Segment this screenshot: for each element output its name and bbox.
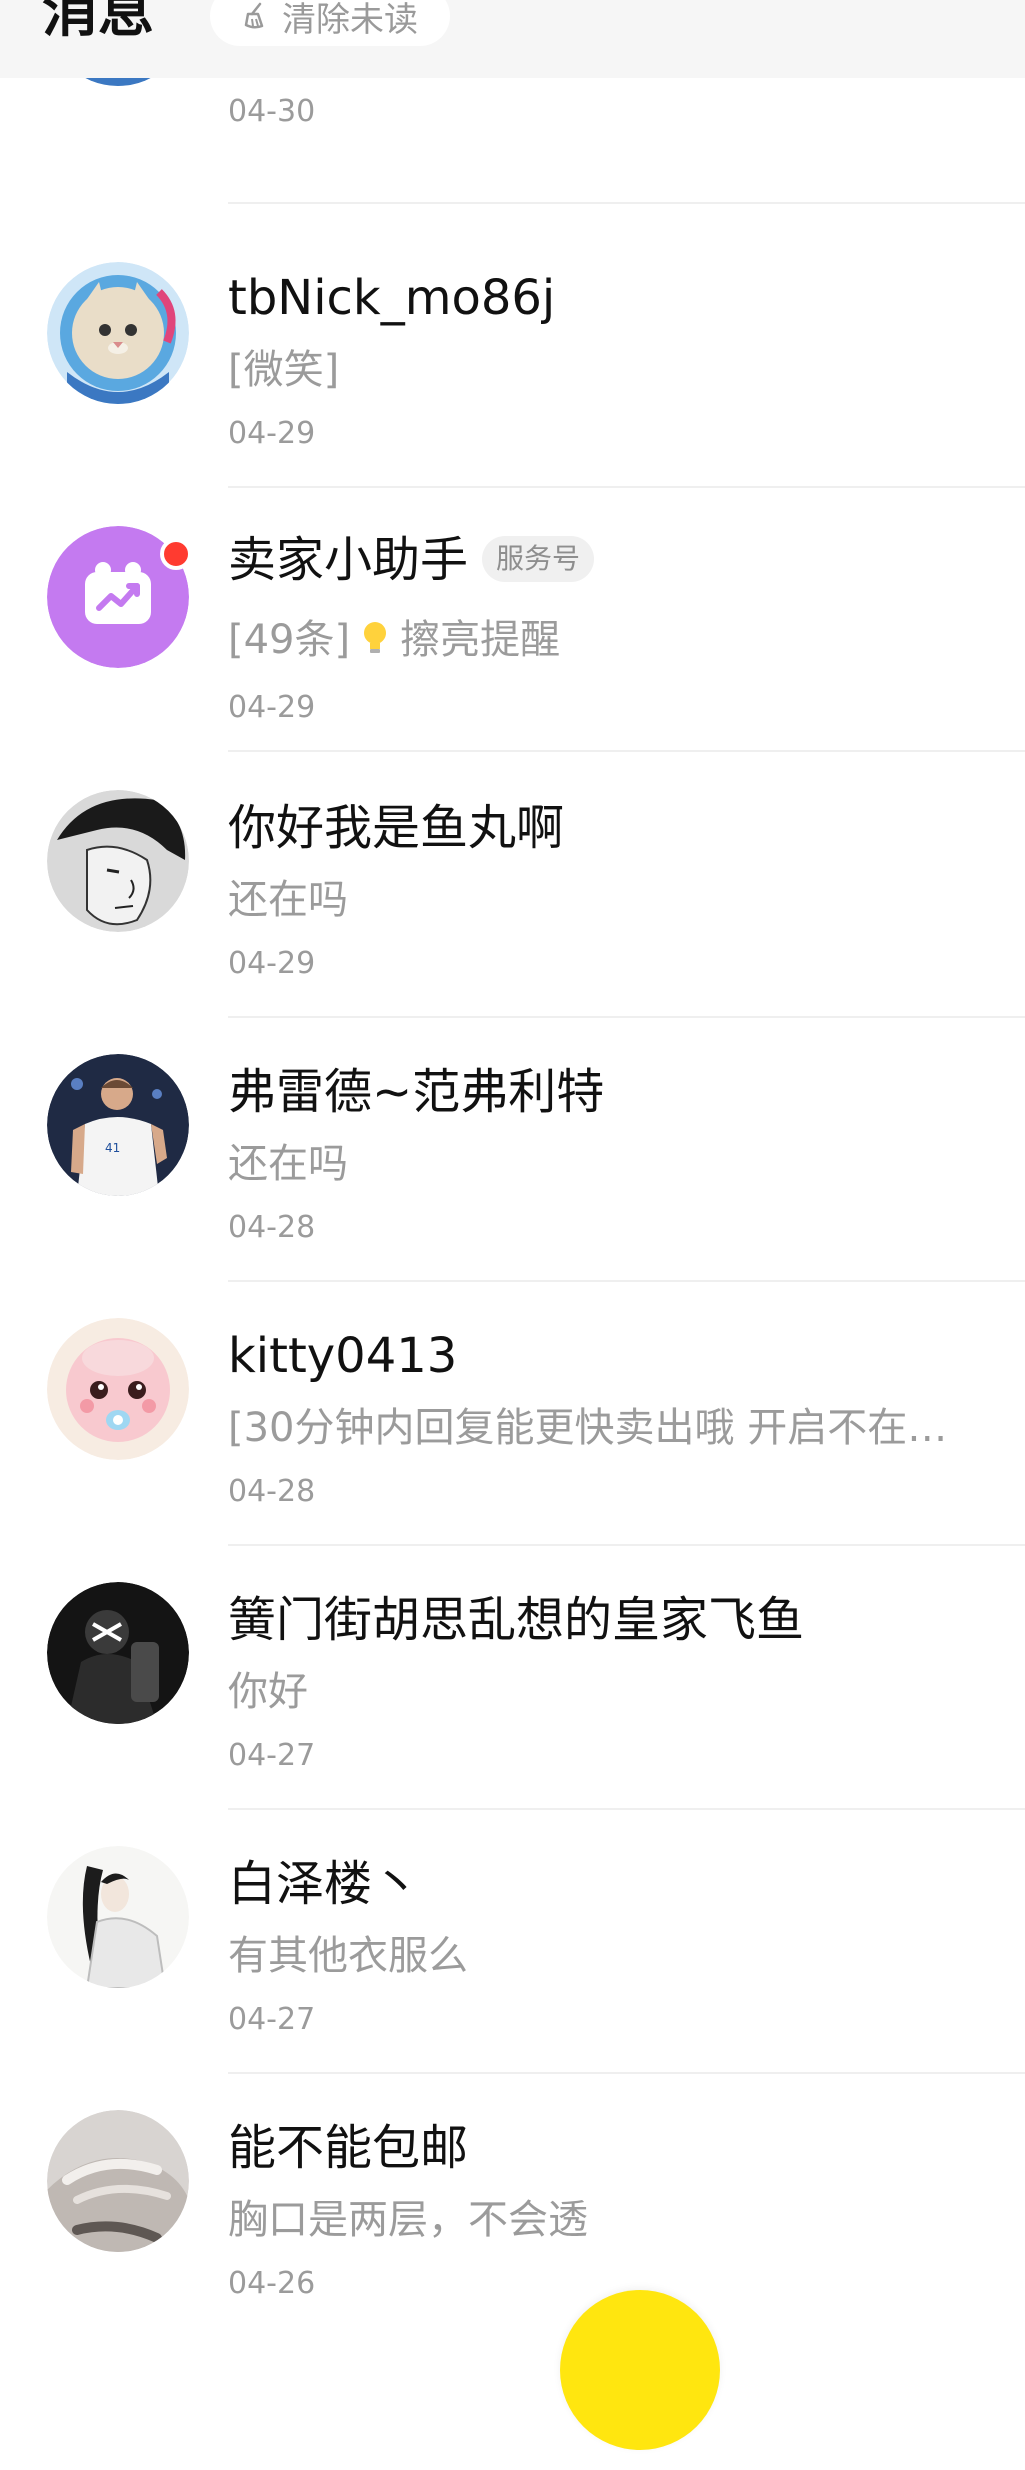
message-date: 04-29 xyxy=(228,946,316,981)
conversation-row[interactable]: 能不能包邮 胸口是两层，不会透 04-26 xyxy=(0,2072,1025,2336)
contact-name: 卖家小助手 服务号 xyxy=(228,530,595,590)
message-preview: 还在吗 xyxy=(228,877,348,923)
avatar[interactable] xyxy=(47,2110,189,2252)
ink-portrait-icon xyxy=(47,1846,189,1988)
conversation-row[interactable]: 簧门街胡思乱想的皇家飞鱼 你好 04-27 xyxy=(0,1544,1025,1810)
message-date: 04-26 xyxy=(228,2266,316,2301)
conversation-row[interactable]: tbNick_mo86j [微笑] 04-29 xyxy=(0,204,1025,488)
message-preview: 还在吗 xyxy=(228,1141,348,1187)
message-preview: [30分钟内回复能更快卖出哦 开启不在… xyxy=(228,1405,948,1451)
publish-button[interactable] xyxy=(560,2290,720,2450)
conversation-row[interactable]: 卖家小助手 服务号 [49条] 擦亮提醒 04-29 xyxy=(0,486,1025,752)
contact-name-text: 卖家小助手 xyxy=(228,532,469,588)
contact-name: 弗雷德~范弗利特 xyxy=(228,1064,605,1120)
basketball-player-icon: 41 xyxy=(47,1054,189,1196)
message-count: [49条] xyxy=(228,617,351,663)
message-preview: 你好 xyxy=(228,1669,308,1715)
message-date: 04-29 xyxy=(228,690,316,725)
cat-astronaut-icon xyxy=(47,262,189,404)
contact-name: kitty0413 xyxy=(228,1328,458,1384)
avatar[interactable]: 41 xyxy=(47,1054,189,1196)
message-preview: [49条] 擦亮提醒 xyxy=(228,614,988,666)
message-date: 04-27 xyxy=(228,2002,316,2037)
top-bar: 消息 清除未读 xyxy=(0,0,1025,78)
service-account-tag: 服务号 xyxy=(482,536,595,582)
message-preview: [微笑] xyxy=(228,347,340,393)
message-date: 04-27 xyxy=(228,1738,316,1773)
lightbulb-icon xyxy=(364,622,387,653)
contact-name: tbNick_mo86j xyxy=(228,270,556,326)
contact-name: 能不能包邮 xyxy=(228,2120,469,2176)
avatar[interactable] xyxy=(47,1582,189,1724)
unread-badge xyxy=(160,538,192,570)
message-date: 04-28 xyxy=(228,1210,316,1245)
manga-portrait-icon xyxy=(47,790,189,932)
conversation-row[interactable]: kitty0413 [30分钟内回复能更快卖出哦 开启不在… 04-28 xyxy=(0,1280,1025,1546)
message-date: 04-29 xyxy=(228,416,316,451)
avatar[interactable] xyxy=(47,262,189,404)
svg-text:41: 41 xyxy=(105,1141,120,1155)
avatar[interactable] xyxy=(47,1846,189,1988)
message-preview: 有其他衣服么 xyxy=(228,1933,468,1979)
page-title: 消息 xyxy=(42,0,154,45)
hand-photo-icon xyxy=(47,2110,189,2252)
contact-name: 簧门街胡思乱想的皇家飞鱼 xyxy=(228,1592,805,1648)
conversation-row[interactable]: 你好我是鱼丸啊 还在吗 04-29 xyxy=(0,752,1025,1018)
pink-cartoon-icon xyxy=(47,1318,189,1460)
clear-unread-label: 清除未读 xyxy=(282,0,418,40)
contact-name: 白泽楼丶 xyxy=(228,1856,421,1912)
conversation-row[interactable]: 白泽楼丶 有其他衣服么 04-27 xyxy=(0,1808,1025,2074)
message-date: 04-30 xyxy=(228,94,316,129)
avatar[interactable] xyxy=(47,1318,189,1460)
conversation-row[interactable]: 41 弗雷德~范弗利特 还在吗 04-28 xyxy=(0,1016,1025,1282)
contact-name: 你好我是鱼丸啊 xyxy=(228,800,565,856)
clear-unread-button[interactable]: 清除未读 xyxy=(210,0,450,46)
broom-icon xyxy=(244,2,264,29)
message-preview: 胸口是两层，不会透 xyxy=(228,2197,588,2243)
message-preview-text: 擦亮提醒 xyxy=(400,617,561,663)
avatar[interactable] xyxy=(47,790,189,932)
message-date: 04-28 xyxy=(228,1474,316,1509)
dark-figure-icon xyxy=(47,1582,189,1724)
